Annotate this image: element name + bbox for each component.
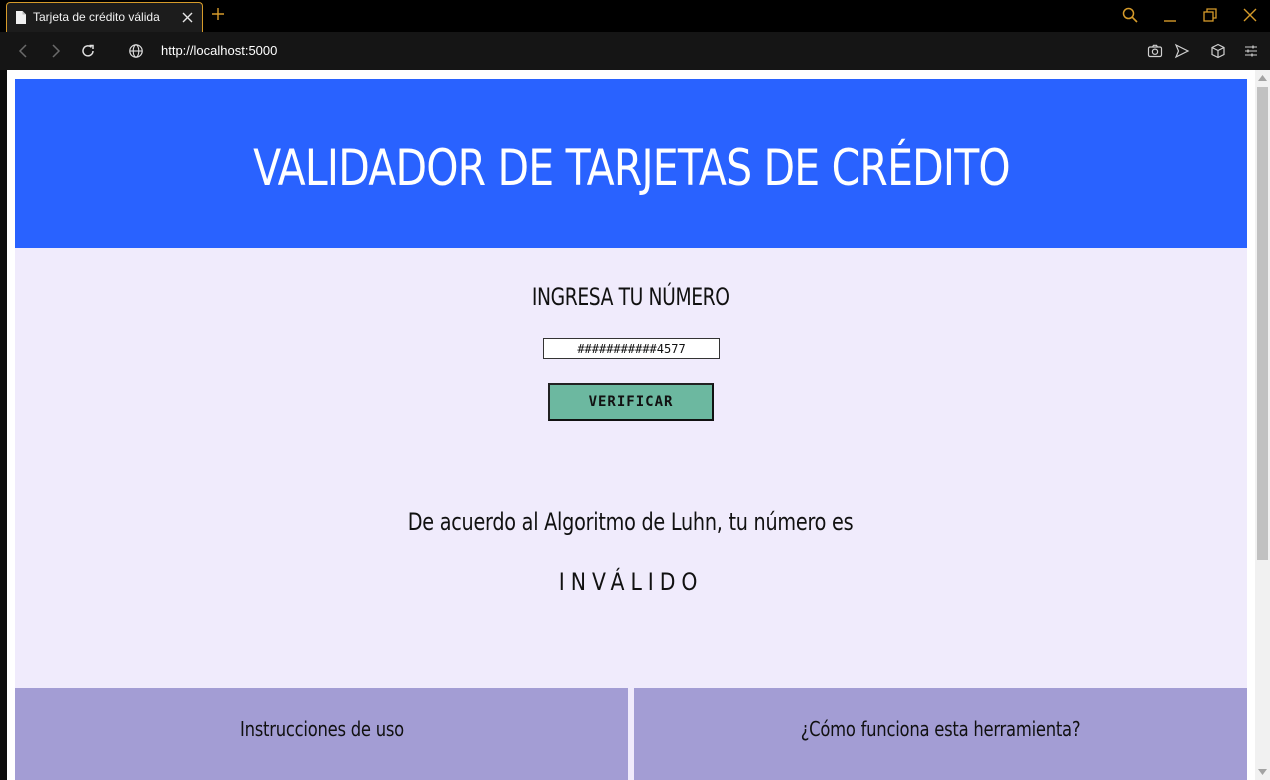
card-number-input[interactable] xyxy=(543,338,720,359)
window-border xyxy=(0,70,7,780)
forward-icon[interactable] xyxy=(47,43,63,59)
minimize-icon[interactable] xyxy=(1161,6,1179,24)
search-icon[interactable] xyxy=(1121,6,1139,24)
reload-icon[interactable] xyxy=(80,43,96,59)
scroll-thumb[interactable] xyxy=(1257,87,1268,560)
browser-tab[interactable]: Tarjeta de crédito válida xyxy=(6,2,203,32)
instructions-label: Instrucciones de uso xyxy=(239,717,404,741)
tab-title: Tarjeta de crédito válida xyxy=(33,10,160,24)
back-icon[interactable] xyxy=(16,43,32,59)
form-title: INGRESA TU NÚMERO xyxy=(15,283,1247,311)
address-url[interactable]: http://localhost:5000 xyxy=(161,43,277,58)
settings-sliders-icon[interactable] xyxy=(1243,43,1259,59)
form-title-text: INGRESA TU NÚMERO xyxy=(532,283,730,311)
scroll-down-icon[interactable] xyxy=(1258,769,1267,775)
result-status-text: INVÁLIDO xyxy=(558,568,704,596)
page-header: VALIDADOR DE TARJETAS DE CRÉDITO xyxy=(15,79,1247,248)
vertical-scrollbar[interactable] xyxy=(1255,70,1270,780)
how-it-works-panel[interactable]: ¿Cómo funciona esta herramienta? xyxy=(634,688,1247,780)
page-body: VALIDADOR DE TARJETAS DE CRÉDITO INGRESA… xyxy=(15,79,1247,780)
new-tab-icon[interactable] xyxy=(211,7,225,21)
result-message-text: De acuerdo al Algoritmo de Luhn, tu núme… xyxy=(408,508,854,536)
result-message: De acuerdo al Algoritmo de Luhn, tu núme… xyxy=(15,508,1247,536)
how-it-works-label: ¿Cómo funciona esta herramienta? xyxy=(800,717,1081,741)
cube-icon[interactable] xyxy=(1210,43,1226,59)
instructions-panel[interactable]: Instrucciones de uso xyxy=(15,688,628,780)
close-tab-icon[interactable] xyxy=(182,12,193,23)
globe-icon[interactable] xyxy=(128,43,144,59)
restore-icon[interactable] xyxy=(1201,6,1219,24)
document-icon xyxy=(16,11,26,24)
verify-button[interactable]: VERIFICAR xyxy=(548,383,714,421)
browser-toolbar: http://localhost:5000 xyxy=(0,32,1270,70)
result-status: INVÁLIDO xyxy=(15,568,1247,596)
close-window-icon[interactable] xyxy=(1241,6,1259,24)
page-viewport: VALIDADOR DE TARJETAS DE CRÉDITO INGRESA… xyxy=(7,70,1270,780)
browser-titlebar: Tarjeta de crédito válida xyxy=(0,0,1270,32)
scroll-up-icon[interactable] xyxy=(1258,75,1267,81)
send-icon[interactable] xyxy=(1174,43,1190,59)
camera-icon[interactable] xyxy=(1147,43,1163,59)
page-title: VALIDADOR DE TARJETAS DE CRÉDITO xyxy=(252,138,1011,197)
